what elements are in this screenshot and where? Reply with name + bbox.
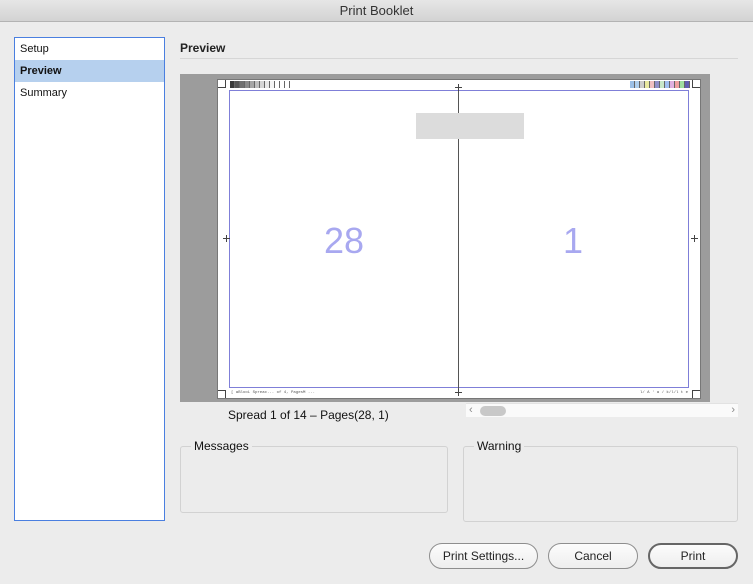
scroll-right-icon[interactable]: › bbox=[731, 404, 735, 417]
color-bar bbox=[630, 81, 690, 88]
print-button[interactable]: Print bbox=[648, 543, 738, 569]
color-swatch bbox=[685, 81, 690, 88]
warning-title: Warning bbox=[474, 439, 525, 453]
crop-mark-bottom-left bbox=[218, 390, 226, 398]
sidebar-nav: Setup Preview Summary bbox=[14, 37, 165, 521]
messages-box bbox=[180, 446, 448, 513]
right-page-number: 1 bbox=[562, 220, 584, 261]
grayscale-swatch bbox=[285, 81, 290, 88]
registration-mark-bottom bbox=[455, 389, 462, 396]
messages-title: Messages bbox=[191, 439, 252, 453]
warning-box bbox=[463, 446, 738, 522]
slug-info-left: [ aBlooL Spreac... of 4, PagesM ... bbox=[231, 391, 316, 395]
crop-mark-top-right bbox=[692, 80, 700, 88]
registration-mark-left bbox=[223, 235, 230, 242]
sidebar-item-setup[interactable]: Setup bbox=[15, 38, 164, 60]
print-settings-button[interactable]: Print Settings... bbox=[429, 543, 538, 569]
crop-mark-bottom-right bbox=[692, 390, 700, 398]
slug-area bbox=[416, 113, 524, 139]
scroll-left-icon[interactable]: ‹ bbox=[469, 404, 473, 417]
slug-info-right: l/ A ' a / k/l/l t e bbox=[639, 391, 688, 395]
printer-sheet: 28 1 [ aBlooL Spreac... of 4, PagesM ...… bbox=[217, 79, 701, 399]
section-title: Preview bbox=[180, 41, 226, 55]
section-divider bbox=[180, 58, 738, 59]
registration-mark-right bbox=[691, 235, 698, 242]
spread-label: Spread 1 of 14 – Pages(28, 1) bbox=[228, 408, 389, 422]
preview-scrollbar[interactable]: ‹ › bbox=[466, 403, 738, 417]
left-page-number: 28 bbox=[323, 220, 365, 261]
registration-mark-top bbox=[455, 84, 462, 91]
cancel-button[interactable]: Cancel bbox=[548, 543, 638, 569]
sidebar-item-preview[interactable]: Preview bbox=[15, 60, 164, 82]
window-title: Print Booklet bbox=[0, 0, 753, 22]
crop-mark-top-left bbox=[218, 80, 226, 88]
grayscale-bar bbox=[230, 81, 290, 88]
sidebar-item-summary[interactable]: Summary bbox=[15, 82, 164, 104]
scroll-thumb[interactable] bbox=[480, 406, 506, 416]
booklet-preview: 28 1 [ aBlooL Spreac... of 4, PagesM ...… bbox=[180, 74, 710, 402]
